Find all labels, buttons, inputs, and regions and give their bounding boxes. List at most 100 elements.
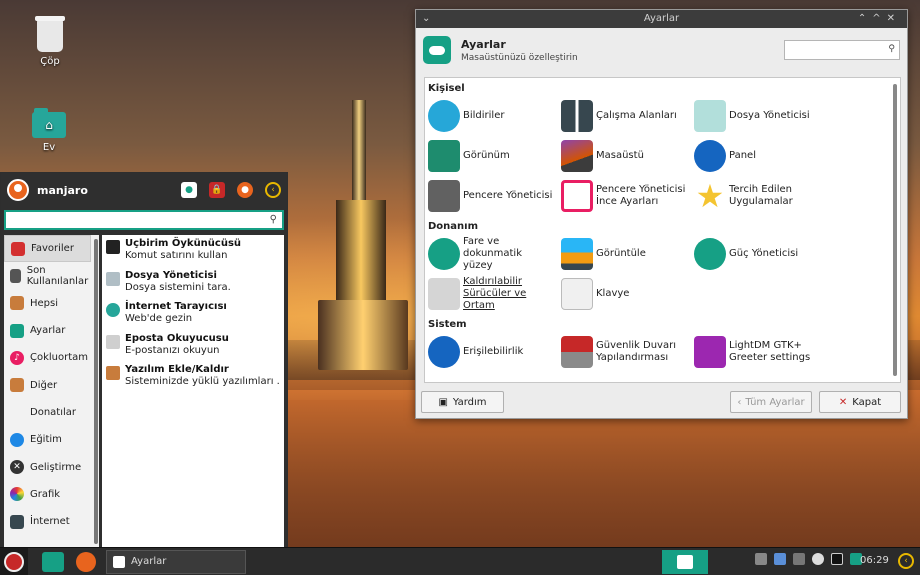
- wm-tweaks-icon: [561, 180, 593, 212]
- system-tray: [755, 553, 869, 565]
- close-icon[interactable]: ✕: [887, 13, 901, 24]
- category-label: Grafik: [30, 488, 61, 500]
- close-button[interactable]: ✕ Kapat: [819, 391, 901, 413]
- application-menu: manjaro ● 🔒 ● ‹ ⚲ Favoriler Son Kullanıl…: [0, 172, 288, 550]
- category-graphics[interactable]: Grafik: [4, 481, 91, 508]
- setting-preferred-apps[interactable]: ★ Tercih Edilen Uygulamalar: [694, 176, 827, 216]
- avatar[interactable]: [7, 179, 29, 201]
- setting-display[interactable]: Görüntüle: [561, 234, 694, 274]
- menu-search-input[interactable]: [6, 212, 282, 228]
- star-icon: ★: [695, 177, 725, 215]
- home-folder-icon: ⌂: [32, 108, 66, 138]
- window-menu-icon[interactable]: ⌄: [422, 10, 430, 28]
- keyboard-icon: [561, 278, 593, 310]
- setting-workspaces[interactable]: Çalışma Alanları: [561, 96, 694, 136]
- lock-screen-button[interactable]: 🔒: [209, 182, 225, 198]
- logout-button[interactable]: ‹: [265, 182, 281, 198]
- category-multimedia[interactable]: ♪ Çokluortam: [4, 344, 91, 371]
- settings-toggle-icon: [10, 323, 24, 338]
- terminal-icon: [106, 240, 120, 254]
- category-other[interactable]: Diğer: [4, 371, 91, 398]
- category-label: Hepsi: [30, 297, 59, 309]
- workspace-switcher[interactable]: [662, 550, 708, 574]
- app-title: İnternet Tarayıcısı: [125, 301, 227, 312]
- terminal-tray-icon[interactable]: [831, 553, 843, 565]
- help-button[interactable]: ▣ Yardım: [421, 391, 504, 413]
- gear-icon[interactable]: [812, 553, 824, 565]
- task-settings[interactable]: Ayarlar: [106, 549, 246, 574]
- category-all[interactable]: Hepsi: [4, 290, 91, 317]
- accessories-icon: [10, 405, 24, 419]
- category-settings[interactable]: Ayarlar: [4, 317, 91, 344]
- volume-icon[interactable]: [793, 553, 805, 565]
- setting-notifications[interactable]: Bildiriler: [428, 96, 561, 136]
- graphics-icon: [10, 487, 24, 502]
- setting-label: Masaüstü: [596, 150, 644, 161]
- app-package-manager[interactable]: Yazılım Ekle/Kaldır Sisteminizde yüklü ya…: [102, 361, 284, 393]
- setting-power-manager[interactable]: Güç Yöneticisi: [694, 234, 827, 274]
- settings-manager-button[interactable]: ●: [181, 182, 197, 198]
- lock-icon: 🔒: [211, 185, 223, 195]
- setting-removable-drives[interactable]: Kaldırılabilir Sürücüler ve Ortam: [428, 274, 561, 314]
- settings-scrollbar[interactable]: [893, 84, 897, 376]
- close-x-icon: ✕: [838, 396, 848, 408]
- settings-panel: Kişisel Bildiriler Çalışma Alanları Dosy…: [424, 77, 901, 383]
- setting-lightdm[interactable]: LightDM GTK+ Greeter settings: [694, 332, 827, 372]
- setting-panel[interactable]: Panel: [694, 136, 827, 176]
- category-internet[interactable]: İnternet: [4, 508, 91, 535]
- desktop-icon-home[interactable]: ⌂ Ev: [19, 108, 79, 153]
- setting-label: Klavye: [596, 288, 630, 299]
- whisker-menu-button[interactable]: [0, 547, 28, 575]
- setting-appearance[interactable]: Görünüm: [428, 136, 561, 176]
- setting-firewall[interactable]: Güvenlik Duvarı Yapılandırması: [561, 332, 694, 372]
- switch-user-button[interactable]: ●: [237, 182, 253, 198]
- category-development[interactable]: ✕ Geliştirme: [4, 453, 91, 480]
- logout-action-icon[interactable]: ‹: [898, 553, 914, 569]
- workspaces-icon: [561, 100, 593, 132]
- desktop-icon: [561, 140, 593, 172]
- setting-desktop[interactable]: Masaüstü: [561, 136, 694, 176]
- file-manager-icon: [694, 100, 726, 132]
- app-file-manager[interactable]: Dosya Yöneticisi Dosya sistemini tara.: [102, 267, 284, 299]
- category-education[interactable]: Eğitim: [4, 426, 91, 453]
- category-label: Ayarlar: [30, 325, 66, 337]
- app-mail-reader[interactable]: Eposta Okuyucusu E-postanızı okuyun: [102, 330, 284, 362]
- shade-icon[interactable]: ⌃: [858, 13, 872, 24]
- internet-icon: [10, 514, 24, 529]
- setting-wm-tweaks[interactable]: Pencere Yöneticisi İnce Ayarları: [561, 176, 694, 216]
- category-accessories[interactable]: Donatılar: [4, 399, 91, 426]
- desktop-icon-label: Çöp: [40, 56, 60, 67]
- setting-mouse[interactable]: Fare ve dokunmatik yüzey: [428, 234, 561, 274]
- setting-window-manager[interactable]: Pencere Yöneticisi: [428, 176, 561, 216]
- setting-keyboard[interactable]: Klavye: [561, 274, 694, 314]
- window-titlebar[interactable]: ⌄ Ayarlar ⌃^✕: [416, 10, 907, 28]
- settings-footer: ▣ Yardım ‹ Tüm Ayarlar ✕ Kapat: [416, 391, 907, 415]
- settings-search-input[interactable]: [785, 41, 899, 59]
- category-favorites[interactable]: Favoriler: [4, 235, 91, 263]
- firefox-launcher-icon[interactable]: [76, 551, 96, 572]
- menu-scrollbar[interactable]: [90, 235, 99, 550]
- app-title: Dosya Yöneticisi: [125, 269, 217, 281]
- maximize-icon[interactable]: ^: [872, 13, 886, 24]
- setting-label: Pencere Yöneticisi: [463, 190, 553, 201]
- app-web-browser[interactable]: İnternet Tarayıcısı Web'de gezin: [102, 298, 284, 330]
- desktop-icon-trash[interactable]: Çöp: [20, 16, 80, 67]
- wallpaper-tower-body: [336, 200, 386, 310]
- setting-file-manager[interactable]: Dosya Yöneticisi: [694, 96, 827, 136]
- wallpaper-tower-base: [318, 300, 408, 370]
- category-label: Favoriler: [31, 243, 74, 255]
- clipboard-icon[interactable]: [755, 553, 767, 565]
- network-icon[interactable]: [774, 553, 786, 565]
- globe-icon: [106, 303, 120, 317]
- all-settings-button[interactable]: ‹ Tüm Ayarlar: [730, 391, 812, 413]
- chat-launcher-icon[interactable]: [42, 551, 64, 572]
- chevron-left-icon: ‹: [737, 396, 742, 408]
- distro-logo-icon: [4, 551, 24, 572]
- clock[interactable]: 06:29: [860, 555, 889, 566]
- category-recent[interactable]: Son Kullanılanlar: [4, 262, 91, 289]
- app-terminal[interactable]: Uçbirim Öykünücüsü Komut satırını kullan: [102, 235, 284, 267]
- app-desc: E-postanızı okuyun: [125, 344, 220, 356]
- mail-icon: [106, 334, 120, 349]
- taskbar: Ayarlar 06:29 ‹: [0, 547, 920, 575]
- setting-accessibility[interactable]: Erişilebilirlik: [428, 332, 561, 372]
